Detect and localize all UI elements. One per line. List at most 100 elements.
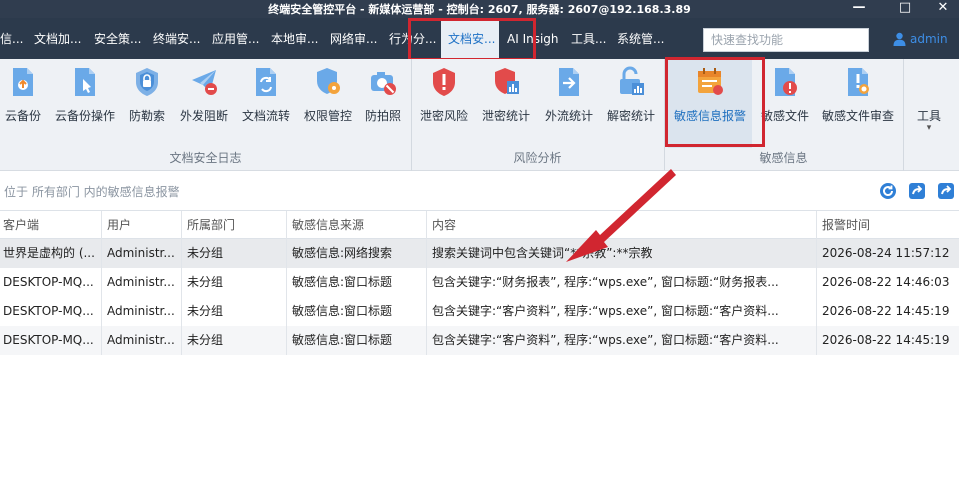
cloud-backup-icon [13,68,33,96]
cell-client: DESKTOP-MQ... [0,297,102,326]
col-header-user[interactable]: 用户 [102,211,182,240]
minimize-button[interactable]: — [842,0,876,18]
doc-flow-label: 文档流转 [241,109,290,123]
doc-flow-button[interactable]: 文档流转 [238,59,294,148]
calendar-alert-icon [698,68,723,95]
menu-item-app-management[interactable]: 应用管... [212,18,266,59]
outbound-block-label: 外发阻断 [179,109,228,123]
title-bar: 终端安全管控平台 - 新媒体运营部 - 控制台: 2607, 服务器: 2607… [0,0,959,18]
cell-client: DESKTOP-MQ... [0,326,102,355]
ribbon-toolbar: 云备份 云备份操作 防勒索 外发阻断 文档流转 权限管控 防拍照 泄密风险 泄密… [0,59,959,171]
sensitive-file-review-button[interactable]: 敏感文件审查 [818,59,898,148]
menu-item-ai-insight[interactable]: AI Insigh [507,18,567,59]
permission-control-label: 权限管控 [303,109,352,123]
cell-department: 未分组 [182,268,287,297]
cell-alert-time: 2026-08-22 14:46:03 [822,275,950,289]
cell-source: 敏感信息:窗口标题 [287,268,427,297]
cell-department: 未分组 [182,326,287,355]
menu-item-endpoint-security[interactable]: 终端安... [153,18,207,59]
cell-source: 敏感信息:窗口标题 [287,326,427,355]
cell-content: 包含关键字:“客户资料”, 程序:“wps.exe”, 窗口标题:“客户资料..… [427,326,817,355]
table-row[interactable]: DESKTOP-MQ... Administr... 未分组 敏感信息:窗口标题… [0,297,959,326]
col-header-department[interactable]: 所属部门 [182,211,287,240]
cloud-backup-label: 云备份 [4,109,41,123]
cell-user: Administr... [102,297,182,326]
export-icon[interactable] [908,182,926,200]
decrypt-stats-button[interactable]: 解密统计 [602,59,660,148]
menu-item-tools[interactable]: 工具... [571,18,611,59]
outflow-stats-label: 外流统计 [544,109,593,123]
unlock-chart-icon [620,66,644,95]
cell-alert-time: 2026-08-22 14:45:19 [822,304,950,318]
close-button[interactable]: ✕ [926,0,959,18]
sensitive-file-label: 敏感文件 [760,109,809,123]
paper-plane-block-icon [192,70,217,95]
shield-alert-icon [433,68,455,96]
cell-content: 包含关键字:“财务报表”, 程序:“wps.exe”, 窗口标题:“财务报表..… [427,268,817,297]
cloud-backup-ops-icon [75,68,95,96]
user-name: admin [910,32,948,46]
leak-risk-label: 泄密风险 [419,109,468,123]
cell-user: Administr... [102,268,182,297]
sensitive-file-review-label: 敏感文件审查 [821,109,894,123]
share-icon[interactable] [937,182,955,200]
window-title: 终端安全管控平台 - 新媒体运营部 - 控制台: 2607, 服务器: 2607… [268,3,691,16]
anti-photo-label: 防拍照 [364,109,401,123]
sensitive-info-alert-button[interactable]: 敏感信息报警 [668,59,752,148]
doc-alert-icon [775,68,797,96]
cell-user: Administr... [102,326,182,355]
cell-client: DESKTOP-MQ... [0,268,102,297]
anti-ransom-label: 防勒索 [128,109,165,123]
anti-ransom-icon [136,68,158,96]
cell-content: 包含关键字:“客户资料”, 程序:“wps.exe”, 窗口标题:“客户资料..… [427,297,817,326]
refresh-icon[interactable] [879,182,897,200]
camera-block-icon [371,72,396,95]
menu-item-local-audit[interactable]: 本地审... [271,18,325,59]
menu-item-doc-security[interactable]: 文档安... [441,18,499,59]
tools-label: 工具 [916,109,941,123]
col-header-content[interactable]: 内容 [427,211,817,240]
decrypt-stats-label: 解密统计 [606,109,655,123]
permission-control-button[interactable]: 权限管控 [300,59,356,148]
col-header-client[interactable]: 客户端 [0,211,102,240]
anti-ransom-button[interactable]: 防勒索 [124,59,170,148]
cell-alert-time: 2026-08-24 11:57:12 [822,246,950,260]
col-header-source[interactable]: 敏感信息来源 [287,211,427,240]
quick-search-input[interactable]: 快速查找功能 [703,28,869,52]
tools-dropdown-button[interactable]: 工具 ▾ [906,59,952,148]
user-icon [893,32,906,46]
cell-source: 敏感信息:网络搜索 [287,239,427,268]
menu-item-security-policy[interactable]: 安全策... [94,18,148,59]
sensitive-info-alert-label: 敏感信息报警 [673,109,746,123]
table-row[interactable]: DESKTOP-MQ... Administr... 未分组 敏感信息:窗口标题… [0,268,959,297]
cloud-backup-button[interactable]: 云备份 [0,59,46,148]
table-row[interactable]: DESKTOP-MQ... Administr... 未分组 敏感信息:窗口标题… [0,326,959,355]
cell-content: 搜索关键词中包含关键词“**宗教”:**宗教 [427,239,817,268]
table-row[interactable]: 世界是虚构的 (... Administr... 未分组 敏感信息:网络搜索 搜… [0,239,959,268]
leak-stats-label: 泄密统计 [481,109,530,123]
table-header: 客户端 用户 所属部门 敏感信息来源 内容 报警时间 [0,210,959,240]
cell-source: 敏感信息:窗口标题 [287,297,427,326]
doc-flow-icon [256,68,276,96]
cell-alert-time: 2026-08-22 14:45:19 [822,333,950,347]
sensitive-file-button[interactable]: 敏感文件 [756,59,814,148]
col-header-alert-time[interactable]: 报警时间 [817,211,959,240]
maximize-button[interactable]: □ [888,0,922,18]
shield-key-icon [317,68,340,94]
location-text: 位于 所有部门 内的敏感信息报警 [4,185,180,199]
group-label-sensitive-info: 敏感信息 [759,151,808,165]
outbound-block-button[interactable]: 外发阻断 [176,59,232,148]
menu-item-network-audit[interactable]: 网络审... [330,18,384,59]
cloud-backup-ops-button[interactable]: 云备份操作 [50,59,120,148]
doc-search-icon [848,68,869,96]
anti-photo-button[interactable]: 防拍照 [360,59,406,148]
menu-item-system-management[interactable]: 系统管... [617,18,671,59]
leak-risk-button[interactable]: 泄密风险 [415,59,473,148]
leak-stats-button[interactable]: 泄密统计 [477,59,535,148]
cell-department: 未分组 [182,297,287,326]
outflow-stats-button[interactable]: 外流统计 [540,59,598,148]
menu-item-doc-encrypt[interactable]: 文档加... [34,18,88,59]
menu-item-behavior-analysis[interactable]: 行为分... [389,18,439,59]
user-menu[interactable]: admin [893,32,948,46]
menu-item-info[interactable]: 信... [0,18,28,59]
